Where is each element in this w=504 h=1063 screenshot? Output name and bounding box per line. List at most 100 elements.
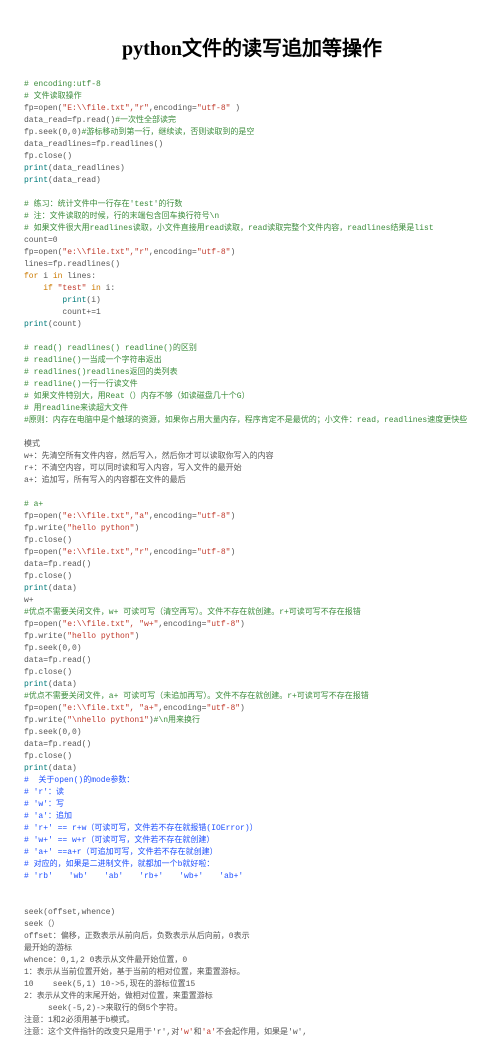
string-literal: "utf-8" <box>197 512 231 521</box>
comment-line: # 练习：统计文件中一行存在'test'的行数 <box>24 200 182 209</box>
string-literal: 'w' <box>179 1028 193 1037</box>
comment-line: # a+ <box>24 500 43 509</box>
code-line: 注意：这个文件指针的改变只是用于'r',对 <box>24 1028 179 1037</box>
string-literal: 'a' <box>202 1028 216 1037</box>
string-literal: "\nhello python1" <box>67 716 149 725</box>
code-line: count+=1 <box>24 308 101 317</box>
code-line: count=0 <box>24 236 58 245</box>
code-line: (data) <box>48 584 77 593</box>
code-line: 模式 <box>24 440 40 449</box>
code-line: ) <box>240 704 245 713</box>
code-line: data=fp.read() <box>24 740 91 749</box>
code-line: (i) <box>86 296 100 305</box>
code-line: fp=open( <box>24 248 62 257</box>
comment-line: #优点不需要关闭文件，a+ 可读可写（未追加再写）。文件不存在就创建。r+可读可… <box>24 692 369 701</box>
builtin: print <box>24 584 48 593</box>
string-literal: "utf-8" <box>206 704 240 713</box>
code-line: ) <box>230 248 235 257</box>
code-line: offset：偏移，正数表示从前向后，负数表示从后向前，0表示 <box>24 932 250 941</box>
comment-line: # readline()一行一行读文件 <box>24 380 138 389</box>
keyword: in <box>86 284 100 293</box>
string-literal: "e:\\file.txt","r" <box>62 248 148 257</box>
builtin: print <box>24 296 86 305</box>
comment-line: # 'a+' ==a+r（可追加可写，文件若不存在就创建） <box>24 848 218 857</box>
code-line: data=fp.read() <box>24 656 91 665</box>
builtin: print <box>24 680 48 689</box>
code-line: fp.close() <box>24 536 72 545</box>
code-line: data_read=fp.read() <box>24 116 115 125</box>
code-line: whence：0,1,2 0表示从文件最开始位置，0 <box>24 956 187 965</box>
comment-line: # 用readline来读超大文件 <box>24 404 128 413</box>
comment-line: # 'r'：读 <box>24 788 64 797</box>
code-line: lines: <box>62 272 96 281</box>
code-line: (data) <box>48 764 77 773</box>
comment-line: # 对应的，如果是二进制文件，就都加一个b就好啦： <box>24 860 214 869</box>
code-line: lines=fp.readlines() <box>24 260 120 269</box>
string-literal: "utf-8" <box>197 548 231 557</box>
string-literal: "test" <box>58 284 87 293</box>
code-line: data=fp.read() <box>24 560 91 569</box>
comment-line: # readline()一当成一个字符串返出 <box>24 356 162 365</box>
comment-line: # 'w+' == w+r（可读可写，文件若不存在就创建） <box>24 836 214 845</box>
comment-line: #一次性全部读完 <box>115 116 176 125</box>
code-line: ,encoding= <box>149 548 197 557</box>
code-line: r+：不清空内容，可以同时读和写入内容，写入文件的最开始 <box>24 464 242 473</box>
code-line: fp=open( <box>24 548 62 557</box>
code-line: 最开始的游标 <box>24 944 72 953</box>
comment-line: # 'a'：追加 <box>24 812 72 821</box>
builtin: print <box>24 176 48 185</box>
code-line: (data_readlines) <box>48 164 125 173</box>
code-line: fp.close() <box>24 572 72 581</box>
keyword: in <box>53 272 63 281</box>
keyword: for <box>24 272 38 281</box>
string-literal: "E:\\file.txt","r" <box>62 104 148 113</box>
code-line: data_readlines=fp.readlines() <box>24 140 163 149</box>
code-line: (data_read) <box>48 176 101 185</box>
code-line: fp.seek(0,0) <box>24 728 82 737</box>
code-line: fp.write( <box>24 716 67 725</box>
code-line: ) <box>230 512 235 521</box>
comment-line: # 'w'：写 <box>24 800 64 809</box>
code-block-1: # encoding:utf-8 # 文件读取操作 fp=open("E:\\f… <box>24 79 480 1039</box>
code-line: ) <box>134 524 139 533</box>
comment-line: # readlines()readlines返回的类列表 <box>24 368 178 377</box>
code-line: fp.close() <box>24 752 72 761</box>
code-line: ,encoding= <box>158 620 206 629</box>
code-line: fp.write( <box>24 524 67 533</box>
comment-line: # 'r+' == r+w（可读可写，文件若不存在就报错(IOError)） <box>24 824 258 833</box>
comment-line: # 如果文件很大用readlines读取，小文件直接用read读取，read读取… <box>24 224 434 233</box>
code-line: ,encoding= <box>149 104 197 113</box>
code-line: 不会起作用，如果是'w', <box>216 1028 307 1037</box>
code-line: fp=open( <box>24 104 62 113</box>
comment-line: # 文件读取操作 <box>24 92 82 101</box>
comment-line: # read() readlines() readline()的区别 <box>24 344 197 353</box>
code-line: ,encoding= <box>158 704 206 713</box>
comment-line: #\n用来换行 <box>154 716 200 725</box>
code-line: fp=open( <box>24 704 62 713</box>
string-literal: "e:\\file.txt","a" <box>62 512 148 521</box>
code-line: fp=open( <box>24 512 62 521</box>
comment-line: # 如果文件特别大，用Reat（）内存不够（如读磁盘几十个G） <box>24 392 250 401</box>
code-line: fp.close() <box>24 152 72 161</box>
string-literal: "utf-8" <box>197 104 231 113</box>
code-line: a+：追加写，所有写入的内容都在文件的最后 <box>24 476 186 485</box>
code-line: (data) <box>48 680 77 689</box>
string-literal: "utf-8" <box>197 248 231 257</box>
code-line: 和 <box>194 1028 202 1037</box>
keyword: if <box>24 284 58 293</box>
builtin: print <box>24 164 48 173</box>
string-literal: "e:\\file.txt", "a+" <box>62 704 158 713</box>
code-line: i <box>38 272 52 281</box>
code-line: ) <box>230 548 235 557</box>
code-line: 2：表示从文件的末尾开始，做相对位置，来重置游标 <box>24 992 213 1001</box>
code-line: fp.close() <box>24 668 72 677</box>
string-literal: "e:\\file.txt","r" <box>62 548 148 557</box>
comment-line: # encoding:utf-8 <box>24 80 101 89</box>
code-line: fp.write( <box>24 632 67 641</box>
code-line: ,encoding= <box>149 248 197 257</box>
comment-line: # 'rb' 'wb' 'ab' 'rb+' 'wb+' 'ab+' <box>24 872 243 881</box>
comment-line: # 注：文件读取的时候，行的末端包含回车换行符号\n <box>24 212 219 221</box>
code-line: w+：先清空所有文件内容，然后写入，然后你才可以读取你写入的内容 <box>24 452 274 461</box>
string-literal: "utf-8" <box>206 620 240 629</box>
code-line: seek(-5,2)->来取行的倒5个字符。 <box>24 1004 182 1013</box>
